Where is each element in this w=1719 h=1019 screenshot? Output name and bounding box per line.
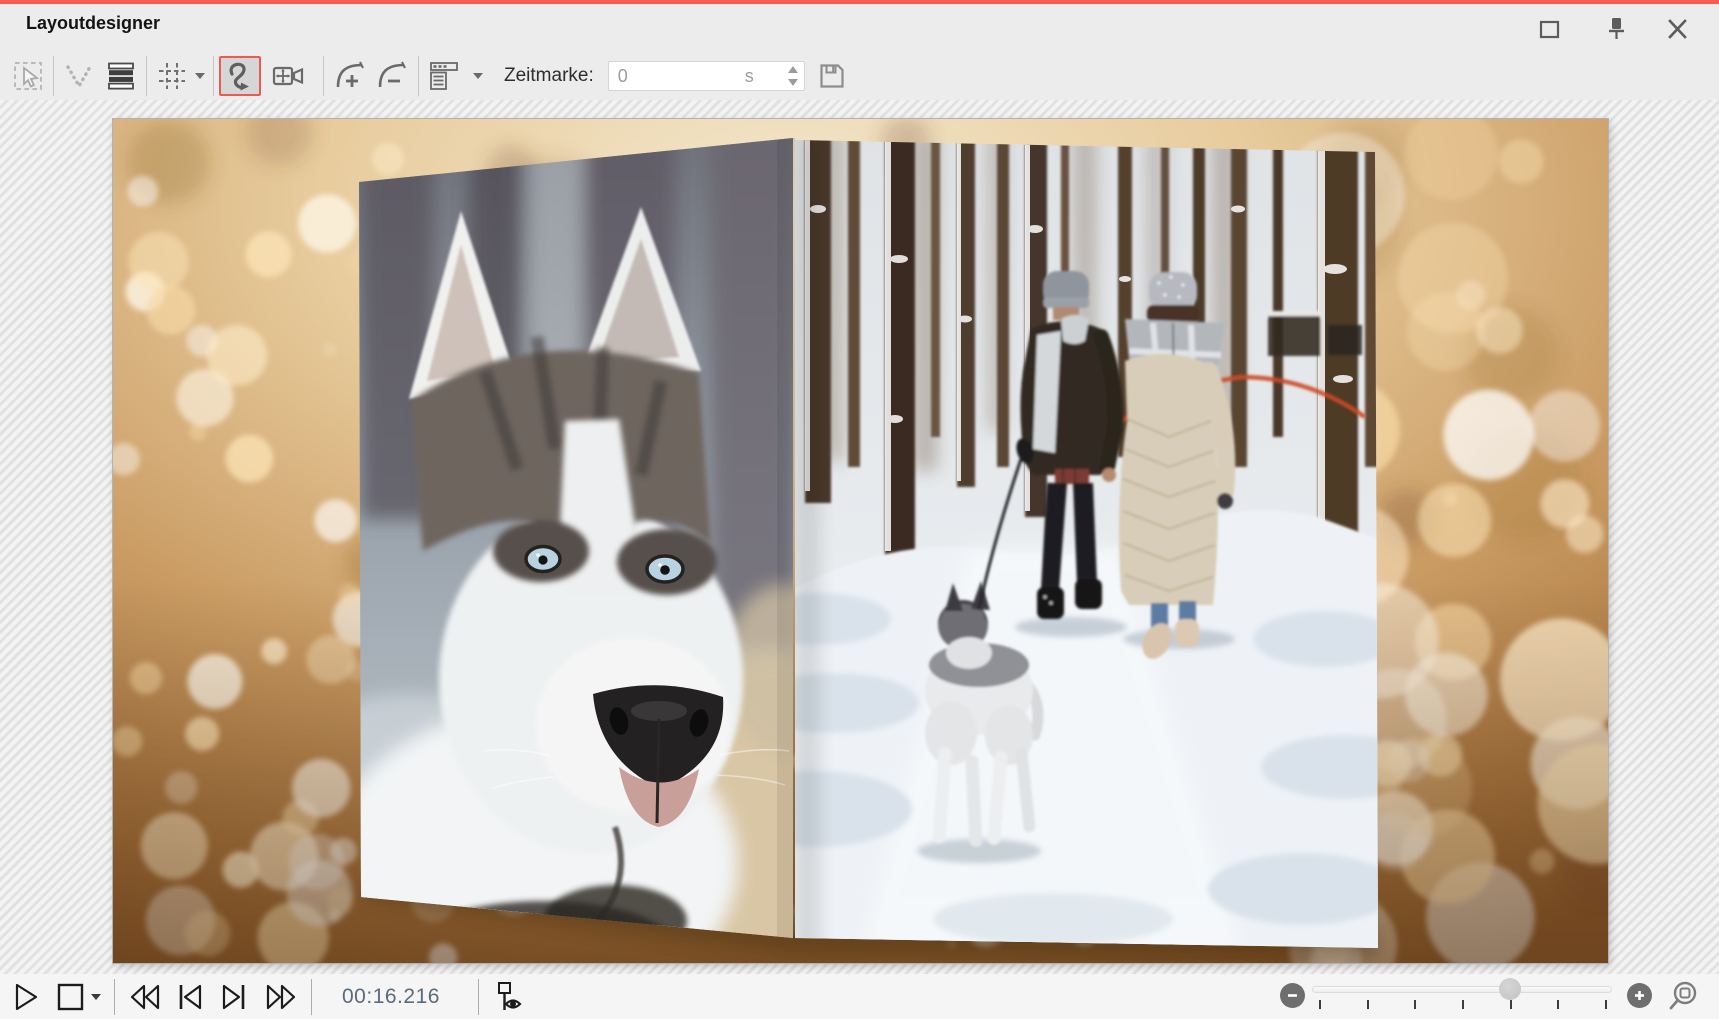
workspace [0,100,1719,974]
toolbar-divider [213,56,214,96]
toolbar-divider [323,56,324,96]
object-list-dropdown[interactable] [470,56,486,96]
marker-eye-icon [492,979,528,1015]
selection-arrow-icon [12,60,44,92]
close-button[interactable] [1660,14,1694,44]
spinner-down-button[interactable] [785,78,801,88]
canvas-zoom-controls [1259,974,1719,1019]
chevron-down-icon [195,73,205,79]
zoom-fit-magnifier-icon [1666,979,1700,1013]
playback-divider [478,979,479,1015]
timestamp-field: s [608,61,805,91]
photo-winter-couple[interactable] [722,131,1429,953]
rewind-icon [128,981,162,1013]
slide-preview [113,119,1608,963]
spinner-up-button[interactable] [785,65,801,75]
titlebar: Layoutdesigner [0,4,1719,52]
chevron-down-icon [91,994,101,1000]
window-title: Layoutdesigner [26,13,160,34]
close-icon [1661,14,1693,44]
timestamp-unit: s [745,66,754,87]
grid-tool-button[interactable] [152,56,192,96]
zoom-slider-thumb[interactable] [1499,978,1521,1000]
playback-bar: 00:16.216 [0,974,1719,1019]
maximize-icon [1533,14,1565,44]
fast-forward-button[interactable] [261,978,301,1016]
zoom-fit-button[interactable] [1665,979,1701,1013]
zoom-out-button[interactable] [1280,983,1305,1008]
object-list-icon [428,60,460,92]
stop-icon [55,981,85,1013]
maximize-button[interactable] [1532,14,1566,44]
chevron-down-icon [788,79,798,86]
zoom-slider-ticks [1319,1000,1607,1009]
timestamp-label: Zeitmarke: [504,65,594,87]
toolbar-divider [53,56,54,96]
playback-time: 00:16.216 [342,985,460,1009]
motion-path-tool-button[interactable] [219,56,261,96]
plus-icon [1633,989,1646,1002]
stop-button[interactable] [52,978,88,1016]
layoutdesigner-window: Layoutdesigner [0,0,1719,1019]
pin-icon [1600,14,1632,44]
save-button[interactable] [813,56,851,96]
toolbar-divider [146,56,147,96]
remove-path-point-icon [375,59,409,93]
skip-start-icon [174,981,206,1013]
rewind-button[interactable] [125,978,165,1016]
stop-options-dropdown[interactable] [88,977,104,1017]
layout-canvas[interactable] [113,119,1608,963]
layers-icon [105,60,137,92]
skip-end-icon [218,981,250,1013]
chevron-down-icon [473,73,483,79]
dotted-curve-icon [63,60,95,92]
grid-icon [156,60,188,92]
timestamp-spinner [785,63,801,89]
toolbar: Zeitmarke: s [0,52,1719,100]
zoom-in-button[interactable] [1627,983,1652,1008]
marker-visibility-button[interactable] [489,978,531,1016]
layers-tool-button[interactable] [101,56,141,96]
play-icon [11,981,41,1013]
playback-divider [114,979,115,1015]
camera-pan-icon [271,60,305,92]
chevron-up-icon [788,66,798,73]
grid-tool-dropdown[interactable] [192,56,208,96]
zoom-slider-track[interactable] [1312,986,1612,993]
playback-divider [311,979,312,1015]
s-curve-icon [223,59,257,93]
remove-path-point-tool-button[interactable] [371,56,413,96]
minus-icon [1286,989,1299,1002]
timestamp-input[interactable] [609,66,719,87]
add-path-point-icon [333,59,367,93]
selection-tool-button[interactable] [8,56,48,96]
camera-pan-tool-button[interactable] [267,56,309,96]
skip-to-end-button[interactable] [215,978,253,1016]
toolbar-divider [418,56,419,96]
keyframe-curve-tool-button[interactable] [59,56,99,96]
pin-button[interactable] [1599,14,1633,44]
add-path-point-tool-button[interactable] [329,56,371,96]
skip-to-start-button[interactable] [171,978,209,1016]
save-floppy-icon [817,61,847,91]
fast-forward-icon [264,981,298,1013]
object-list-tool-button[interactable] [424,56,464,96]
play-button[interactable] [8,978,44,1016]
